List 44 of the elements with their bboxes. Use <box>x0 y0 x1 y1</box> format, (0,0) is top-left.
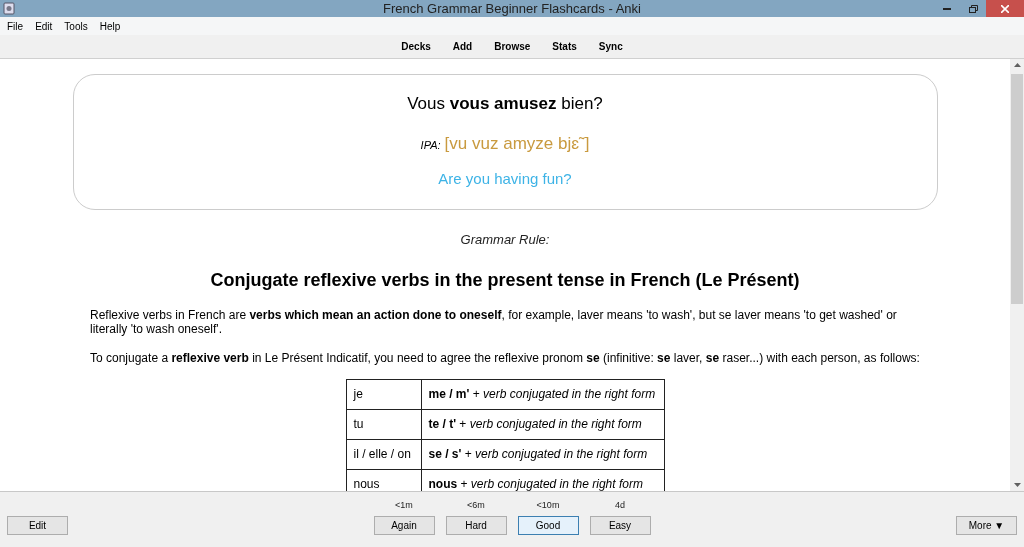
interval-label: 4d <box>615 498 625 512</box>
close-icon <box>1001 4 1009 13</box>
answer-button[interactable]: Hard <box>445 516 507 535</box>
toolbar-link[interactable]: Stats <box>552 39 577 54</box>
toolbar-link[interactable]: Decks <box>401 39 431 54</box>
table-cell: je <box>346 379 421 409</box>
interval-label: <6m <box>467 498 485 512</box>
toolbar-link[interactable]: Sync <box>598 39 623 54</box>
rule-heading: Conjugate reflexive verbs in the present tense in French (Le Présent) <box>210 268 800 292</box>
interval-label: <1m <box>395 498 413 512</box>
answer-button[interactable]: Again <box>373 516 435 535</box>
ipa-text: [vu vuz amyze bjɛ˜] <box>444 132 590 155</box>
answer-button[interactable]: Easy <box>589 516 651 535</box>
app-icon <box>3 2 15 15</box>
menu-item[interactable]: Edit <box>29 18 59 34</box>
more-button[interactable]: More ▼ <box>956 516 1017 535</box>
window-title: French Grammar Beginner Flashcards - Anki <box>383 2 641 15</box>
paragraph: Reflexive verbs in French are verbs which mean an action done to oneself, for example, laver means 'to wash', but se laver means 'to get washed' or literally 'to wash oneself'. <box>90 307 898 336</box>
close-button[interactable] <box>986 0 1024 17</box>
table-cell: il / elle / on <box>346 439 421 469</box>
scrollbar[interactable] <box>1010 59 1024 491</box>
translation-text: Are you having fun? <box>438 169 572 189</box>
edit-button[interactable]: Edit <box>7 516 68 535</box>
table-cell: se / s' + verb conjugated in the right form <box>421 439 664 469</box>
table-cell: nous <box>346 469 421 491</box>
restore-icon <box>968 4 978 13</box>
toolbar-link[interactable]: Add <box>452 39 473 54</box>
scroll-up-icon[interactable] <box>1013 63 1021 67</box>
table-cell: te / t' + verb conjugated in the right form <box>421 409 664 439</box>
front-text: Vous vous amusez bien? <box>407 93 603 115</box>
minimize-icon <box>943 7 951 10</box>
interval-label: <10m <box>536 498 560 512</box>
menu-item[interactable]: Tools <box>58 18 94 34</box>
scroll-down-icon[interactable] <box>1013 483 1021 487</box>
menu-item[interactable]: Help <box>93 18 127 34</box>
ipa-label: IPA: <box>420 137 441 153</box>
paragraph: To conjugate a reflexive verb in Le Présent Indicatif, you need to agree the reflexive pronom se (infinitive: se laver, se raser...) with each person, as follows: <box>90 350 920 365</box>
scroll-thumb[interactable] <box>1011 74 1023 304</box>
table-cell: tu <box>346 409 421 439</box>
answer-button[interactable]: Good <box>517 516 579 535</box>
table-cell: me / m' + verb conjugated in the right form <box>421 379 664 409</box>
toolbar-link[interactable]: Browse <box>494 39 531 54</box>
menu-item[interactable]: File <box>1 18 30 34</box>
rule-label: Grammar Rule: <box>460 231 550 249</box>
